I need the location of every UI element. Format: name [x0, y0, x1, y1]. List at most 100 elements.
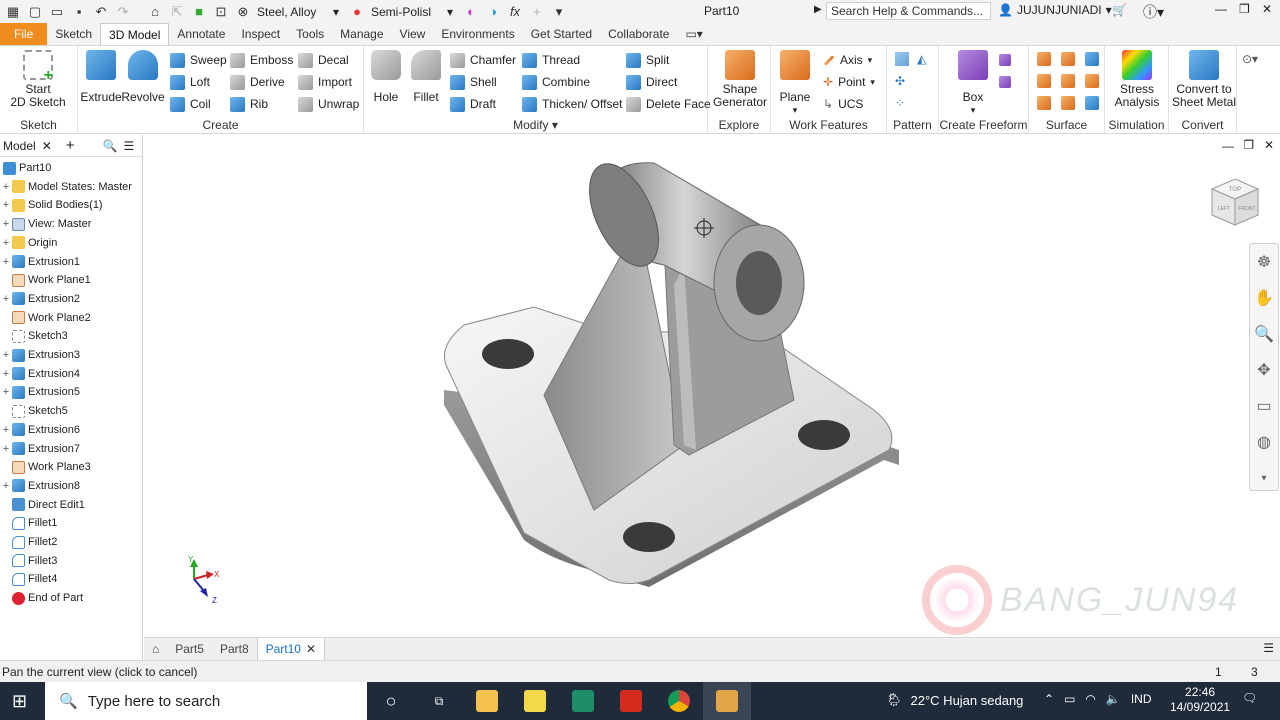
stress-analysis-button[interactable]: Stress Analysis: [1107, 50, 1167, 109]
viewport-close-icon[interactable]: ✕: [1264, 138, 1274, 152]
expand-icon[interactable]: +: [0, 386, 12, 398]
emboss-button[interactable]: Emboss: [230, 51, 293, 69]
doc-tab-part8[interactable]: Part8: [212, 638, 257, 660]
tab-collaborate[interactable]: Collaborate: [600, 23, 677, 45]
close-icon[interactable]: ✕: [42, 139, 52, 153]
split-button[interactable]: Split: [626, 51, 669, 69]
viewport-restore-icon[interactable]: ❐: [1243, 138, 1254, 152]
material-clear-icon[interactable]: ⊗: [234, 4, 252, 20]
ribbon-options-icon[interactable]: ▭▾: [677, 23, 710, 45]
browser-tab-model[interactable]: Model: [3, 139, 36, 153]
expand-icon[interactable]: +: [0, 368, 12, 380]
sketch-pattern-icon[interactable]: ⁘: [895, 96, 905, 110]
help-search-input[interactable]: Search Help & Commands...: [826, 2, 991, 20]
notepad-icon[interactable]: [511, 682, 559, 720]
close-icon[interactable]: ✕: [306, 642, 316, 656]
clear-appearance-icon[interactable]: ◑: [484, 4, 502, 20]
browser-item[interactable]: + Extrusion8: [0, 477, 80, 495]
decal-button[interactable]: Decal: [298, 51, 349, 69]
view-cube[interactable]: TOP LEFT FRONT: [1210, 177, 1260, 227]
acrobat-icon[interactable]: [607, 682, 655, 720]
expand-icon[interactable]: +: [0, 256, 12, 268]
unwrap-button[interactable]: Unwrap: [298, 95, 359, 113]
replace-face-icon[interactable]: [1085, 74, 1099, 88]
browser-item[interactable]: Fillet2: [0, 533, 57, 551]
navbar-menu-icon[interactable]: ▾: [1250, 460, 1278, 496]
browser-item[interactable]: + Extrusion4: [0, 365, 80, 383]
convert-sheet-metal-button[interactable]: Convert to Sheet Metal: [1171, 50, 1237, 109]
browser-item[interactable]: + Extrusion2: [0, 290, 80, 308]
point-button[interactable]: ✛ Point ▾: [823, 73, 875, 91]
weather-widget[interactable]: 🌦 22°C Hujan sedang: [886, 692, 1023, 708]
tab-view[interactable]: View: [392, 23, 434, 45]
measure-icon[interactable]: ⊡: [212, 4, 230, 20]
plane-button[interactable]: Plane ▾: [775, 50, 815, 117]
circular-pattern-icon[interactable]: ✣: [895, 74, 905, 88]
home-tab-icon[interactable]: ⌂: [144, 638, 167, 660]
browser-item[interactable]: + Extrusion7: [0, 440, 80, 458]
viewport-minimize-icon[interactable]: —: [1222, 139, 1234, 153]
app-green-icon[interactable]: [559, 682, 607, 720]
rib-button[interactable]: Rib: [230, 95, 268, 113]
search-icon[interactable]: 🔍: [103, 139, 118, 153]
clock[interactable]: 22:46 14/09/2021: [1170, 685, 1230, 715]
minimize-icon[interactable]: —: [1215, 2, 1227, 16]
extend-icon[interactable]: [1061, 74, 1075, 88]
pan-icon[interactable]: ✋: [1250, 280, 1278, 316]
user-menu[interactable]: 👤 JUJUNJUNIADI ▾: [998, 3, 1112, 17]
graphics-viewport[interactable]: — ❐ ✕ TOP LEFT FRONT ☸ ✋ 🔍 ✥ ▭ ◍ ▾ Y X Z…: [144, 135, 1280, 637]
inventor-icon[interactable]: [703, 682, 751, 720]
add-tab-icon[interactable]: +: [66, 137, 75, 154]
fx-icon[interactable]: fx: [506, 4, 524, 20]
plus-icon[interactable]: +: [528, 4, 546, 20]
appearance-icon[interactable]: ●: [348, 4, 366, 20]
fit-mesh-face-icon[interactable]: [1061, 96, 1075, 110]
modify-group-label[interactable]: Modify ▾: [364, 118, 707, 132]
doc-tab-part10[interactable]: Part10 ✕: [256, 638, 326, 660]
rectangular-pattern-icon[interactable]: [895, 52, 909, 66]
freeform-shape-icon[interactable]: [999, 54, 1011, 66]
tab-environments[interactable]: Environments: [433, 23, 522, 45]
material-dropdown[interactable]: Steel, Alloy ▾: [252, 3, 344, 21]
close-icon[interactable]: ✕: [1262, 2, 1272, 16]
tab-tools[interactable]: Tools: [288, 23, 332, 45]
doc-tabs-menu-icon[interactable]: ☰: [1263, 641, 1274, 655]
redo-icon[interactable]: ↷: [114, 4, 132, 20]
browser-item[interactable]: End of Part: [0, 589, 83, 607]
windows-start-icon[interactable]: ⊞: [12, 691, 27, 712]
loft-button[interactable]: Loft: [170, 73, 210, 91]
revolve-button[interactable]: Revolve: [121, 50, 165, 104]
expand-icon[interactable]: +: [0, 181, 12, 193]
tab-sketch[interactable]: Sketch: [47, 23, 100, 45]
patch-icon[interactable]: [1085, 52, 1099, 66]
app-menu-icon[interactable]: ▦: [4, 4, 22, 20]
extrude-button[interactable]: Extrude: [80, 50, 122, 104]
chrome-icon[interactable]: [655, 682, 703, 720]
direct-button[interactable]: Direct: [626, 73, 677, 91]
tab-file[interactable]: File: [0, 23, 48, 45]
browser-item[interactable]: + Extrusion5: [0, 383, 80, 401]
tray-chevron-icon[interactable]: ⌃: [1044, 692, 1054, 706]
browser-item[interactable]: Work Plane2: [0, 309, 91, 327]
ruled-surface-icon[interactable]: [1085, 96, 1099, 110]
appearance-dropdown[interactable]: Semi-Polisl ▾: [366, 3, 458, 21]
browser-item[interactable]: Fillet3: [0, 552, 57, 570]
restore-icon[interactable]: ❐: [1239, 2, 1250, 16]
import-button[interactable]: Import: [298, 73, 352, 91]
repair-bodies-icon[interactable]: [1037, 96, 1051, 110]
expand-icon[interactable]: +: [0, 349, 12, 361]
browser-item[interactable]: Work Plane1: [0, 271, 91, 289]
hole-button[interactable]: Hole: [366, 50, 406, 104]
mirror-icon[interactable]: ◭: [917, 52, 926, 66]
sculpt-icon[interactable]: [1061, 52, 1075, 66]
browser-item[interactable]: Fillet4: [0, 570, 57, 588]
file-explorer-icon[interactable]: [463, 682, 511, 720]
shell-button[interactable]: Shell: [450, 73, 497, 91]
chamfer-button[interactable]: Chamfer: [450, 51, 516, 69]
fillet-button[interactable]: Fillet: [406, 50, 446, 104]
battery-icon[interactable]: ▭: [1064, 692, 1075, 706]
select-icon[interactable]: ⇱: [168, 4, 186, 20]
thread-button[interactable]: Thread: [522, 51, 580, 69]
browser-item[interactable]: Work Plane3: [0, 458, 91, 476]
thicken-offset-button[interactable]: Thicken/ Offset: [522, 95, 622, 113]
